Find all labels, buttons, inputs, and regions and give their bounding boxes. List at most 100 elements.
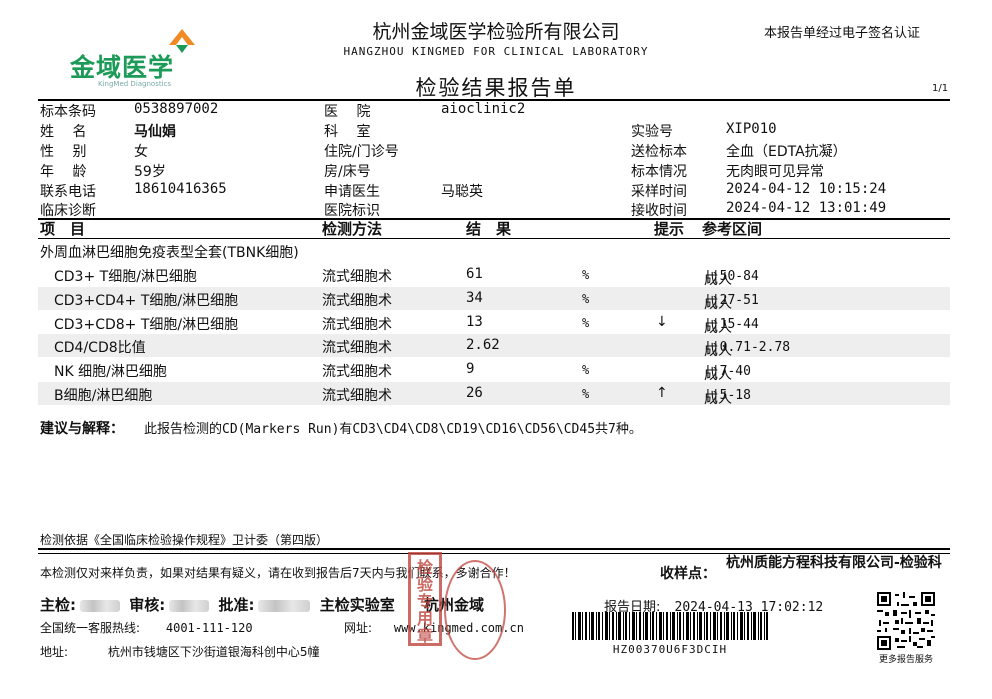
item-name: NK 细胞/淋巴细胞 <box>54 364 167 380</box>
result-value: 13 <box>466 314 483 330</box>
test-basis: 检测依据《全国临床检验操作规程》卫计委（第四版） <box>40 533 329 547</box>
table-row: B细胞/淋巴细胞 流式细胞术 26 % ↑ 成人 ||5-18 <box>38 382 950 407</box>
diagnosis-label: 临床诊断 <box>40 203 96 219</box>
advice-section: 建议与解释： 此报告检测的CD(Markers Run)有CD3\CD4\CD8\… <box>40 418 642 438</box>
reviewer-label: 审核: <box>129 596 166 614</box>
address-label: 地址: <box>40 645 69 659</box>
unit: % <box>582 363 590 377</box>
lab-name-en: HANGZHOU KINGMED FOR CLINICAL LABORATORY <box>343 45 649 58</box>
site-value: 杭州质能方程科技有限公司-检验科 <box>726 555 942 571</box>
lab-no-value: XIP010 <box>726 121 777 137</box>
method: 流式细胞术 <box>322 364 392 380</box>
patient-name: 马仙娟 <box>134 124 176 140</box>
doctor-value: 马聪英 <box>441 184 483 200</box>
unit: % <box>582 292 590 306</box>
dept-label: 科 室 <box>324 124 371 140</box>
stamp-seal: 检验专用章 <box>408 552 442 646</box>
specimen-status-value: 无肉眼可见异常 <box>726 164 824 180</box>
col-result-header: 结 果 <box>466 220 512 238</box>
age-value: 59岁 <box>134 164 166 180</box>
barcode-text: HZ00370U6F3DCIH <box>612 643 728 656</box>
ref-range: ||5-18 <box>704 388 751 403</box>
test-group-title: 外周血淋巴细胞免疫表型全套(TBNK细胞) <box>40 245 299 261</box>
method: 流式细胞术 <box>322 340 392 356</box>
address: 地址: 杭州市钱塘区下沙街道银海科创中心5幢 <box>40 643 320 660</box>
ref-range: ||50-84 <box>704 269 759 284</box>
ref-range: ||15-44 <box>704 317 759 332</box>
flag-up-icon: ↑ <box>656 385 668 401</box>
item-name: CD3+CD8+ T细胞/淋巴细胞 <box>54 317 239 333</box>
col-ref-header: 参考区间 <box>702 220 763 238</box>
name-label: 姓 名 <box>40 124 87 140</box>
site-label: 收样点： <box>660 566 716 582</box>
phone-value: 18610416365 <box>134 181 227 197</box>
receive-time-label: 接收时间 <box>631 203 687 219</box>
web-label: 网址: <box>344 621 373 635</box>
approver-signature <box>258 599 311 612</box>
table-row: CD4/CD8比值 流式细胞术 2.62 成人 ||0.71-2.78 <box>38 334 950 359</box>
inspector-signature <box>80 599 120 612</box>
hotline-label: 全国统一客服热线: <box>40 621 141 635</box>
hospital-value: aioclinic2 <box>441 101 526 117</box>
collect-time-label: 采样时间 <box>631 184 687 200</box>
bed-label: 房/床号 <box>324 164 371 180</box>
doctor-label: 申请医生 <box>324 184 380 200</box>
unit: % <box>582 316 590 330</box>
header-bottom-rule <box>38 238 950 239</box>
col-item-header: 项 目 <box>40 220 86 238</box>
item-name: CD4/CD8比值 <box>54 340 146 356</box>
table-row: CD3+CD4+ T细胞/淋巴细胞 流式细胞术 34 % 成人 ||27-51 <box>38 287 950 312</box>
inspector-label: 主检: <box>40 596 76 614</box>
col-method-header: 检测方法 <box>322 220 383 238</box>
receive-time-value: 2024-04-12 13:01:49 <box>726 200 887 216</box>
item-name: CD3+CD4+ T细胞/淋巴细胞 <box>54 293 239 309</box>
footer-rule-1 <box>38 548 950 550</box>
item-name: B细胞/淋巴细胞 <box>54 388 153 404</box>
disclaimer-note: 本检测仅对来样负责，如果对结果有疑义，请在收到报告后7天内与我们联系，多谢合作！ <box>40 566 516 580</box>
table-row: CD3+CD8+ T细胞/淋巴细胞 流式细胞术 13 % ↓ 成人 ||15-44 <box>38 311 950 336</box>
unit: % <box>582 268 590 282</box>
sex-label: 性 别 <box>40 144 87 160</box>
esign-note: 本报告单经过电子签名认证 <box>764 26 921 41</box>
specimen-value: 全血（EDTA抗凝） <box>726 144 847 160</box>
barcode-value: 0538897002 <box>134 101 219 117</box>
qr-label: 更多报告服务 <box>878 655 933 665</box>
ref-range: ||0.71-2.78 <box>704 340 791 355</box>
inpatient-label: 住院/门诊号 <box>324 144 399 160</box>
method: 流式细胞术 <box>322 388 392 404</box>
method: 流式细胞术 <box>322 293 392 309</box>
advice-label: 建议与解释： <box>40 421 124 437</box>
item-name: CD3+ T细胞/淋巴细胞 <box>54 269 197 285</box>
lab-no-label: 实验号 <box>631 124 673 140</box>
method: 流式细胞术 <box>322 269 392 285</box>
result-value: 26 <box>466 385 483 401</box>
address-value: 杭州市钱塘区下沙街道银海科创中心5幢 <box>107 645 320 659</box>
result-value: 9 <box>466 361 475 377</box>
barcode-label: 标本条码 <box>40 104 96 120</box>
hotline-value: 4001-111-120 <box>165 621 253 635</box>
age-label: 年 龄 <box>40 164 87 180</box>
stamp-seal-round <box>444 560 506 660</box>
method: 流式细胞术 <box>322 317 392 333</box>
table-row: NK 细胞/淋巴细胞 流式细胞术 9 % 成人 ||7-40 <box>38 358 950 383</box>
ref-range: ||27-51 <box>704 293 759 308</box>
qr-code-icon[interactable] <box>877 592 935 650</box>
specimen-status-label: 标本情况 <box>631 164 687 180</box>
specimen-label: 送检标本 <box>631 144 687 160</box>
phone-label: 联系电话 <box>40 184 96 200</box>
table-row: CD3+ T细胞/淋巴细胞 流式细胞术 61 % 成人 ||50-84 <box>38 263 950 288</box>
col-flag-header: 提示 <box>654 220 685 238</box>
ref-range: ||7-40 <box>704 364 751 379</box>
result-value: 2.62 <box>466 337 500 353</box>
hotline: 全国统一客服热线: 4001-111-120 <box>40 619 253 636</box>
unit: % <box>582 387 590 401</box>
page-number: 1/1 <box>932 83 949 94</box>
barcode-icon <box>572 612 768 640</box>
advice-text: 此报告检测的CD(Markers Run)有CD3\CD4\CD8\CD19\C… <box>144 422 642 437</box>
result-value: 34 <box>466 290 483 306</box>
reviewer-signature <box>169 599 210 612</box>
result-value: 61 <box>466 266 483 282</box>
approver-label: 批准: <box>218 596 255 614</box>
collect-time-value: 2024-04-12 10:15:24 <box>726 181 887 197</box>
footer-rule-2 <box>38 553 950 554</box>
